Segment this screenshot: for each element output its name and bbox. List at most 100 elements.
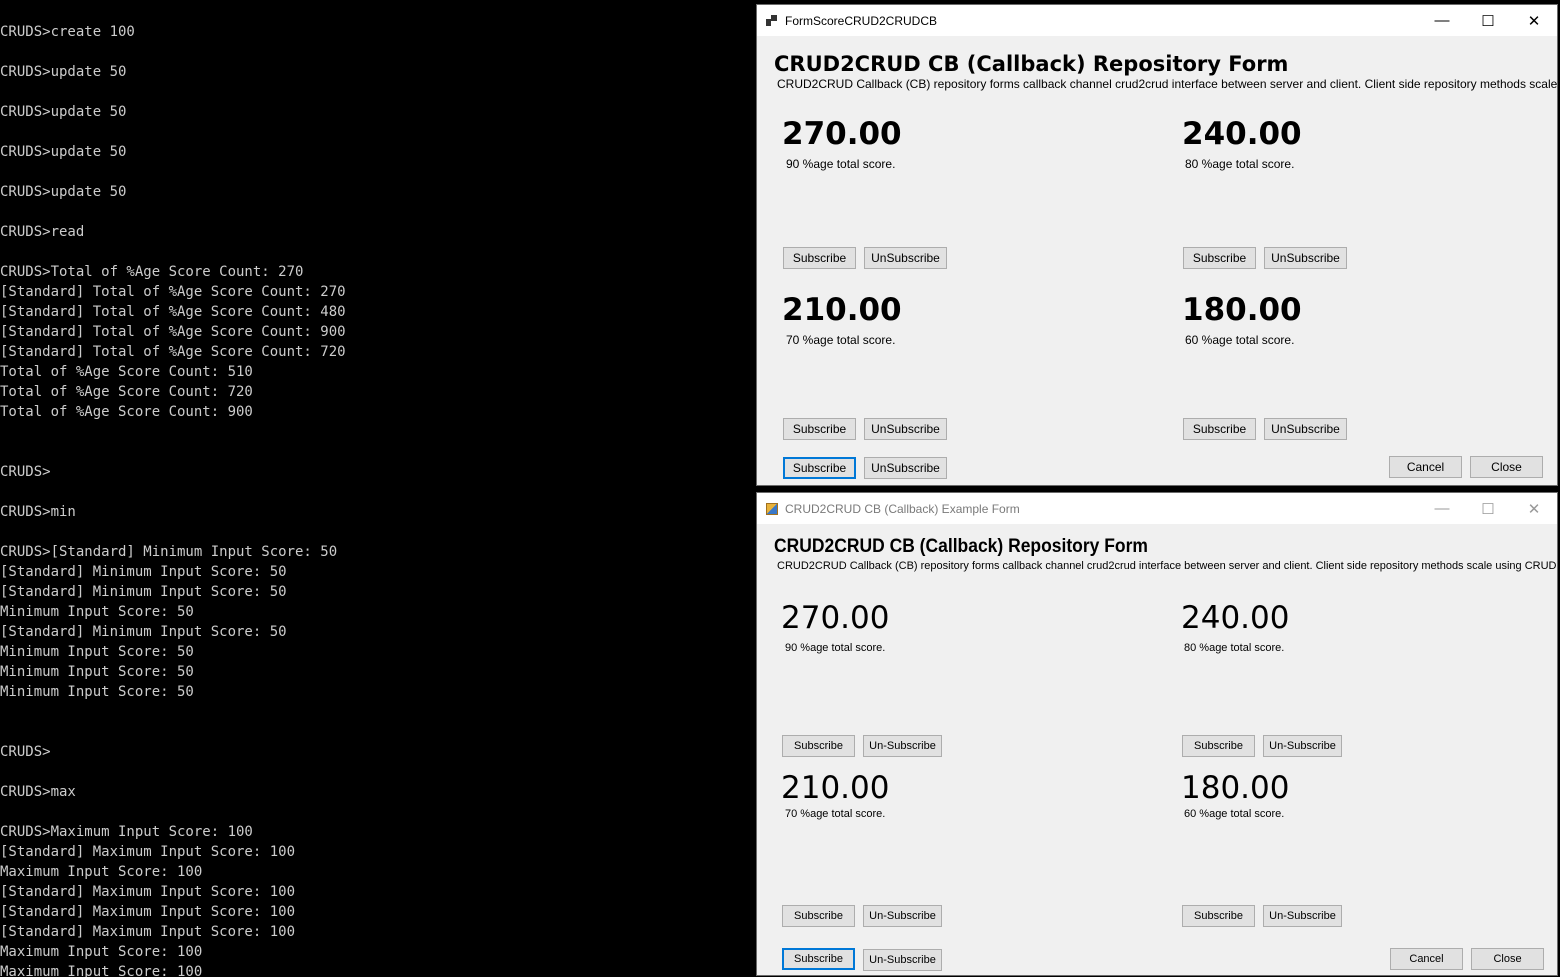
form-heading: CRUD2CRUD CB (Callback) Repository Form — [774, 536, 1148, 557]
console-line: Minimum Input Score: 50 — [0, 684, 194, 700]
console-line: CRUDS>update 50 — [0, 64, 127, 80]
unsubscribe-button[interactable]: Un-Subscribe — [863, 905, 942, 927]
console-line: [Standard] Total of %Age Score Count: 72… — [0, 344, 346, 360]
app-icon — [766, 502, 778, 515]
score-value: 210.00 — [782, 292, 902, 328]
unsubscribe-button[interactable]: Un-Subscribe — [1263, 735, 1342, 757]
title-bar: CRUD2CRUD CB (Callback) Example Form — ☐… — [757, 493, 1557, 524]
score-value: 270.00 — [782, 116, 902, 152]
subscribe-button[interactable]: Subscribe — [783, 418, 856, 440]
console-line: CRUDS>[Standard] Minimum Input Score: 50 — [0, 544, 338, 560]
console-line: [Standard] Minimum Input Score: 50 — [0, 564, 287, 580]
console-line: CRUDS>Total of %Age Score Count: 270 — [0, 264, 304, 280]
console-line: [Standard] Total of %Age Score Count: 90… — [0, 324, 346, 340]
subscribe-button[interactable]: Subscribe — [1182, 905, 1255, 927]
console-line: [Standard] Maximum Input Score: 100 — [0, 924, 296, 940]
cancel-button[interactable]: Cancel — [1389, 456, 1462, 478]
score-label: 60 %age total score. — [1185, 333, 1295, 347]
unsubscribe-button[interactable]: UnSubscribe — [864, 247, 947, 269]
unsubscribe-button[interactable]: UnSubscribe — [1264, 418, 1347, 440]
console-line: [Standard] Maximum Input Score: 100 — [0, 844, 296, 860]
console-line: CRUDS>read — [0, 224, 85, 240]
subscribe-button[interactable]: Subscribe — [1183, 418, 1256, 440]
footer-unsubscribe-button[interactable]: Un-Subscribe — [863, 949, 942, 971]
close-button[interactable]: Close — [1471, 948, 1544, 970]
console-line: CRUDS>create 100 — [0, 24, 135, 40]
score-label: 80 %age total score. — [1185, 157, 1295, 171]
console-line: Minimum Input Score: 50 — [0, 604, 194, 620]
console-line: CRUDS>max — [0, 784, 76, 800]
maximize-icon[interactable]: ☐ — [1465, 493, 1511, 524]
subscribe-button[interactable]: Subscribe — [782, 905, 855, 927]
form-description: CRUD2CRUD Callback (CB) repository forms… — [777, 77, 1558, 91]
console-line: Minimum Input Score: 50 — [0, 644, 194, 660]
minimize-icon[interactable]: — — [1419, 5, 1465, 36]
title-bar: FormScoreCRUD2CRUDCB — ☐ ✕ — [757, 5, 1557, 36]
console-line: Total of %Age Score Count: 720 — [0, 384, 253, 400]
example-form-window: CRUD2CRUD CB (Callback) Example Form — ☐… — [756, 492, 1558, 976]
console-line: [Standard] Total of %Age Score Count: 48… — [0, 304, 346, 320]
console-line: Maximum Input Score: 100 — [0, 944, 203, 960]
score-value: 180.00 — [1181, 770, 1290, 806]
console-line: CRUDS> — [0, 744, 51, 760]
console-line: [Standard] Maximum Input Score: 100 — [0, 904, 296, 920]
score-label: 90 %age total score. — [785, 642, 886, 654]
console-line: CRUDS>update 50 — [0, 104, 127, 120]
form-description: CRUD2CRUD Callback (CB) repository forms… — [777, 560, 1558, 572]
console-line: Maximum Input Score: 100 — [0, 864, 203, 880]
window-title: CRUD2CRUD CB (Callback) Example Form — [785, 501, 1020, 516]
footer-subscribe-button[interactable]: Subscribe — [782, 948, 855, 970]
subscribe-button[interactable]: Subscribe — [782, 735, 855, 757]
footer-unsubscribe-button[interactable]: UnSubscribe — [864, 457, 947, 479]
app-icon — [766, 14, 778, 27]
score-value: 240.00 — [1181, 600, 1290, 636]
console-line: Total of %Age Score Count: 900 — [0, 404, 253, 420]
unsubscribe-button[interactable]: Un-Subscribe — [1263, 905, 1342, 927]
console-window[interactable]: CRUDS>create 100 CRUDS>update 50 CRUDS>upd… — [0, 0, 755, 977]
score-label: 70 %age total score. — [785, 808, 886, 820]
console-line: [Standard] Minimum Input Score: 50 — [0, 624, 287, 640]
console-line: CRUDS>min — [0, 504, 76, 520]
score-value: 210.00 — [781, 770, 890, 806]
unsubscribe-button[interactable]: Un-Subscribe — [863, 735, 942, 757]
console-line: CRUDS> — [0, 464, 51, 480]
score-label: 90 %age total score. — [786, 157, 896, 171]
footer-subscribe-button[interactable]: Subscribe — [783, 457, 856, 479]
console-line: [Standard] Minimum Input Score: 50 — [0, 584, 287, 600]
console-line: [Standard] Maximum Input Score: 100 — [0, 884, 296, 900]
unsubscribe-button[interactable]: UnSubscribe — [1264, 247, 1347, 269]
console-line: CRUDS>Maximum Input Score: 100 — [0, 824, 253, 840]
score-value: 270.00 — [781, 600, 890, 636]
close-button[interactable]: Close — [1470, 456, 1543, 478]
console-line: Total of %Age Score Count: 510 — [0, 364, 253, 380]
console-line: [Standard] Total of %Age Score Count: 27… — [0, 284, 346, 300]
close-icon[interactable]: ✕ — [1511, 493, 1557, 524]
unsubscribe-button[interactable]: UnSubscribe — [864, 418, 947, 440]
subscribe-button[interactable]: Subscribe — [1182, 735, 1255, 757]
minimize-icon[interactable]: — — [1419, 493, 1465, 524]
subscribe-button[interactable]: Subscribe — [783, 247, 856, 269]
score-label: 60 %age total score. — [1184, 808, 1285, 820]
form-heading: CRUD2CRUD CB (Callback) Repository Form — [774, 52, 1289, 76]
console-line: Maximum Input Score: 100 — [0, 964, 203, 977]
cancel-button[interactable]: Cancel — [1390, 948, 1463, 970]
close-icon[interactable]: ✕ — [1511, 5, 1557, 36]
subscribe-button[interactable]: Subscribe — [1183, 247, 1256, 269]
console-line: CRUDS>update 50 — [0, 144, 127, 160]
maximize-icon[interactable]: ☐ — [1465, 5, 1511, 36]
score-value: 180.00 — [1182, 292, 1302, 328]
window-title: FormScoreCRUD2CRUDCB — [785, 13, 938, 28]
form-score-window: FormScoreCRUD2CRUDCB — ☐ ✕ CRUD2CRUD CB … — [756, 4, 1558, 486]
